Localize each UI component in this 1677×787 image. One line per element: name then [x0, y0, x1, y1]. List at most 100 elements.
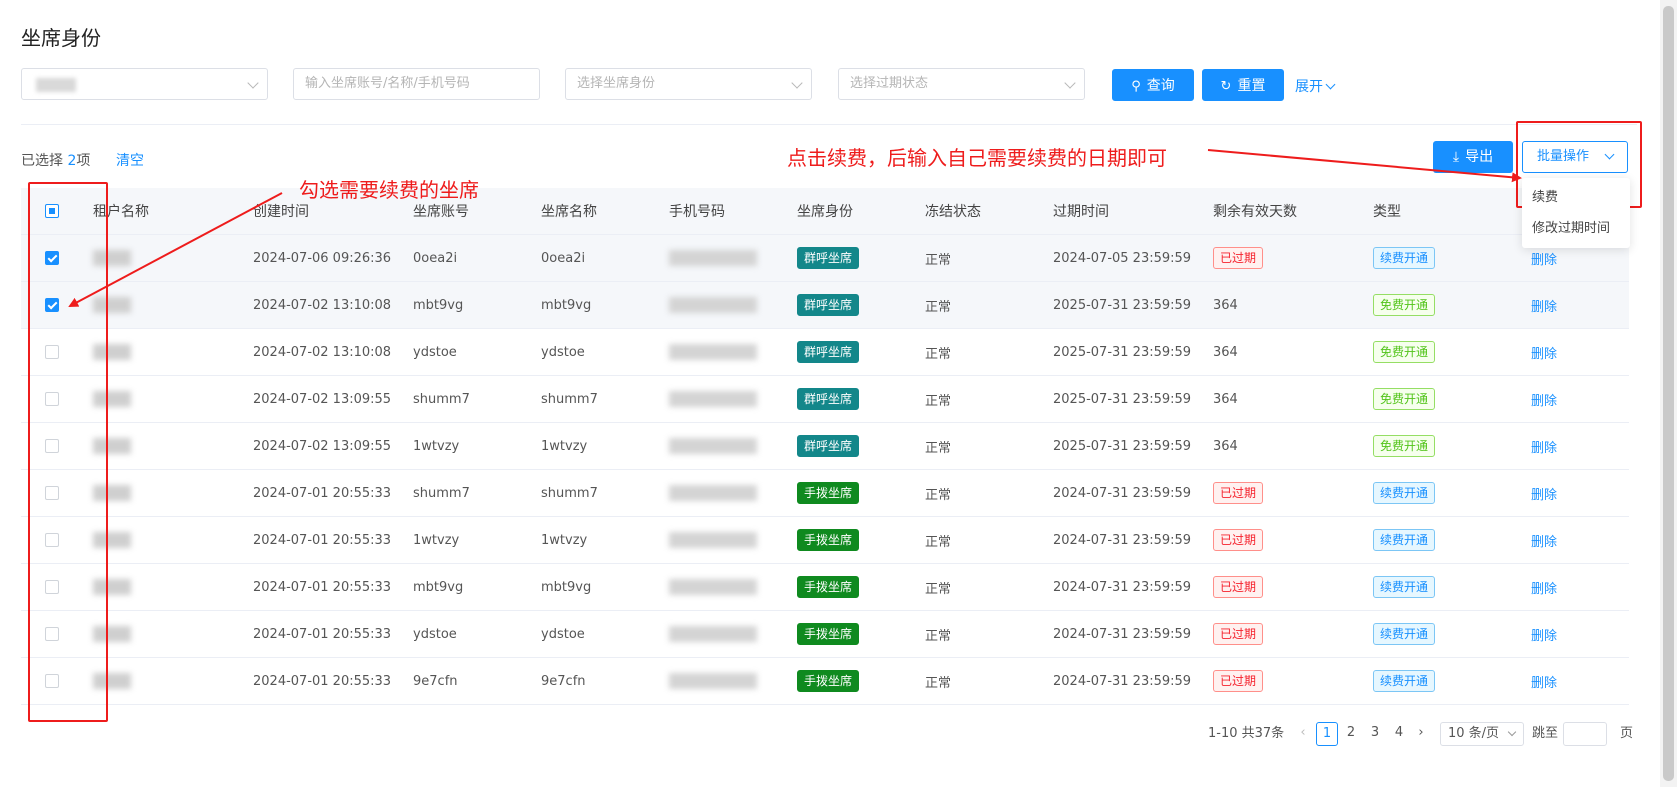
next-page-icon[interactable]: ›	[1414, 722, 1428, 746]
table-row: 2024-07-01 20:55:33 shumm7 shumm7 手拨坐席 正常 202…	[21, 470, 1629, 517]
table-row: 2024-07-02 13:09:55 1wtvzy 1wtvzy 群呼坐席 正常 202…	[21, 423, 1629, 470]
created-time: 2024-07-02 13:09:55	[253, 391, 392, 407]
phone-redacted	[669, 579, 757, 595]
phone-redacted	[669, 532, 757, 548]
created-time: 2024-07-01 20:55:33	[253, 626, 392, 642]
tenant-select[interactable]	[21, 68, 268, 100]
created-time: 2024-07-01 20:55:33	[253, 673, 392, 689]
identity-tag: 手拨坐席	[797, 576, 860, 598]
freeze-status: 正常	[925, 675, 952, 691]
freeze-status: 正常	[925, 581, 952, 597]
delete-link[interactable]: 删除	[1531, 625, 1557, 644]
page-size-value: 10 条/页	[1448, 726, 1500, 741]
freeze-status: 正常	[925, 346, 952, 362]
expired-badge: 已过期	[1213, 482, 1264, 504]
page-size-select[interactable]: 10 条/页	[1440, 722, 1524, 746]
chevron-down-icon	[1507, 727, 1517, 737]
phone-redacted	[669, 673, 757, 689]
remaining-days: 364	[1213, 391, 1238, 407]
seat-name: ydstoe	[541, 626, 585, 642]
type-tag: 续费开通	[1373, 529, 1436, 551]
goto-page-input[interactable]	[1563, 722, 1607, 746]
expired-badge: 已过期	[1213, 247, 1264, 269]
table-row: 2024-07-02 13:09:55 shumm7 shumm7 群呼坐席 正常 202…	[21, 376, 1629, 423]
scrollbar-thumb[interactable]	[1663, 6, 1674, 781]
download-icon: ⤓	[1452, 149, 1460, 165]
chevron-down-icon	[247, 77, 259, 89]
prev-page-icon[interactable]: ‹	[1296, 722, 1310, 746]
phone-redacted	[669, 344, 757, 360]
batch-operations-menu: 续费 修改过期时间	[1522, 178, 1630, 248]
account-search-input[interactable]: 输入坐席账号/名称/手机号码	[293, 68, 540, 100]
seat-account: mbt9vg	[413, 297, 464, 313]
seat-name: mbt9vg	[541, 579, 592, 595]
chevron-down-icon	[1325, 79, 1336, 90]
created-time: 2024-07-01 20:55:33	[253, 485, 392, 501]
page-1[interactable]: 1	[1316, 722, 1338, 746]
type-tag: 续费开通	[1373, 576, 1436, 598]
refresh-icon: ↻	[1220, 79, 1232, 94]
column-header-expire: 过期时间	[1053, 204, 1109, 220]
filter-divider	[21, 124, 1637, 125]
page-4[interactable]: 4	[1388, 722, 1410, 746]
expire-time: 2024-07-05 23:59:59	[1053, 250, 1192, 266]
column-header-freeze: 冻结状态	[925, 204, 981, 220]
seat-name: mbt9vg	[541, 297, 592, 313]
table-row: 2024-07-01 20:55:33 9e7cfn 9e7cfn 手拨坐席 正常 202…	[21, 658, 1629, 705]
expiry-status-select[interactable]: 选择过期状态	[838, 68, 1085, 100]
table-row: 2024-07-01 20:55:33 ydstoe ydstoe 手拨坐席 正常 202…	[21, 611, 1629, 658]
phone-redacted	[669, 391, 757, 407]
column-header-identity: 坐席身份	[797, 204, 853, 220]
identity-tag: 手拨坐席	[797, 623, 860, 645]
tenant-value-redacted	[36, 78, 76, 92]
freeze-status: 正常	[925, 440, 952, 456]
delete-link[interactable]: 删除	[1531, 249, 1557, 268]
freeze-status: 正常	[925, 393, 952, 409]
clear-selection-link[interactable]: 清空	[116, 150, 144, 170]
type-tag: 免费开通	[1373, 435, 1436, 457]
menu-item-renew[interactable]: 续费	[1522, 182, 1630, 213]
identity-tag: 群呼坐席	[797, 294, 860, 316]
delete-link[interactable]: 删除	[1531, 437, 1557, 456]
expire-time: 2024-07-31 23:59:59	[1053, 579, 1192, 595]
delete-link[interactable]: 删除	[1531, 531, 1557, 550]
delete-link[interactable]: 删除	[1531, 484, 1557, 503]
type-tag: 免费开通	[1373, 294, 1436, 316]
selection-suffix: 项	[76, 153, 91, 169]
phone-redacted	[669, 438, 757, 454]
page-3[interactable]: 3	[1364, 722, 1386, 746]
page-title: 坐席身份	[21, 26, 101, 50]
type-tag: 续费开通	[1373, 623, 1436, 645]
page-unit-label: 页	[1620, 726, 1634, 741]
type-tag: 续费开通	[1373, 247, 1436, 269]
expire-time: 2025-07-31 23:59:59	[1053, 344, 1192, 360]
seat-account: shumm7	[413, 485, 470, 501]
delete-link[interactable]: 删除	[1531, 296, 1557, 315]
delete-link[interactable]: 删除	[1531, 390, 1557, 409]
identity-select[interactable]: 选择坐席身份	[565, 68, 812, 100]
seat-account: ydstoe	[413, 344, 457, 360]
delete-link[interactable]: 删除	[1531, 578, 1557, 597]
export-button[interactable]: ⤓ 导出	[1433, 141, 1513, 173]
seat-account: mbt9vg	[413, 579, 464, 595]
delete-link[interactable]: 删除	[1531, 343, 1557, 362]
reset-button[interactable]: ↻ 重置	[1202, 69, 1284, 101]
identity-tag: 手拨坐席	[797, 482, 860, 504]
created-time: 2024-07-02 13:10:08	[253, 297, 392, 313]
chevron-down-icon	[791, 77, 803, 89]
query-button[interactable]: ⚲ 查询	[1112, 69, 1194, 101]
page-2[interactable]: 2	[1340, 722, 1362, 746]
selection-summary: 已选择 2项	[21, 150, 90, 170]
table-row: 2024-07-06 09:26:36 0oea2i 0oea2i 群呼坐席 正常 202…	[21, 235, 1629, 282]
table-row: 2024-07-01 20:55:33 mbt9vg mbt9vg 手拨坐席 正常 202…	[21, 564, 1629, 611]
seat-account: 0oea2i	[413, 250, 458, 266]
delete-link[interactable]: 删除	[1531, 672, 1557, 691]
seat-account: 9e7cfn	[413, 673, 458, 689]
pagination-summary: 1-10 共37条	[1208, 726, 1285, 741]
identity-tag: 群呼坐席	[797, 388, 860, 410]
expired-badge: 已过期	[1213, 623, 1264, 645]
created-time: 2024-07-01 20:55:33	[253, 532, 392, 548]
seat-account: ydstoe	[413, 626, 457, 642]
menu-item-edit-expiry[interactable]: 修改过期时间	[1522, 213, 1630, 244]
expand-filters-link[interactable]: 展开	[1295, 76, 1336, 96]
